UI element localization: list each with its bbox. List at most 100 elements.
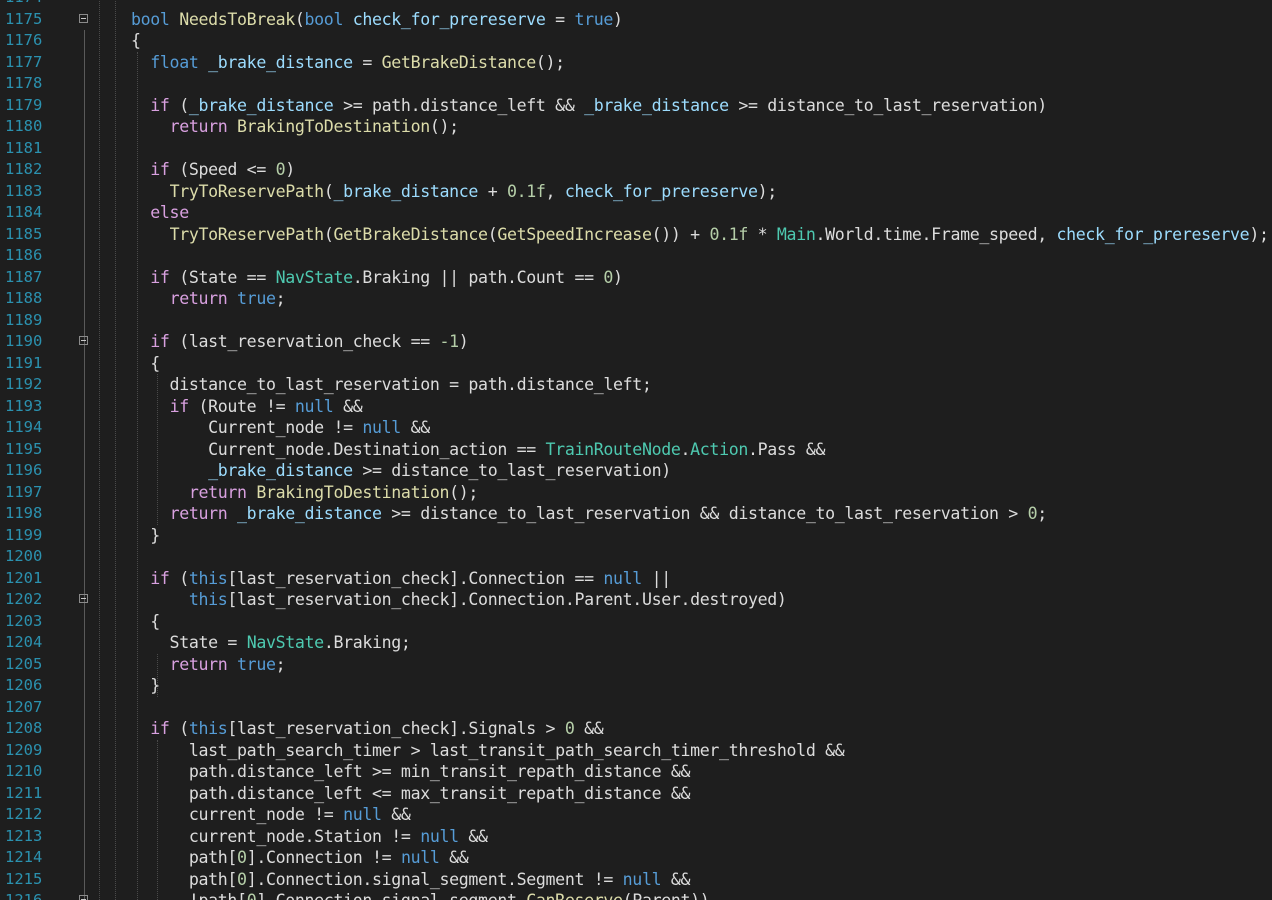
code-text: current_node.Station != null && [131,826,488,848]
code-text: else [131,202,189,224]
code-line[interactable]: 1209 last_path_search_timer > last_trans… [0,740,1272,762]
line-number: 1201 [5,568,43,587]
code-token: { [131,611,160,631]
code-token: .Braking; [323,633,411,652]
code-token: >= distance_to_last_reservation) [352,461,671,480]
code-line[interactable]: 1212 current_node != null && [0,804,1272,826]
line-number: 1200 [5,547,43,565]
code-line[interactable]: 1213 current_node.Station != null && [0,826,1272,848]
code-line[interactable]: 1215 path[0].Connection.signal_segment.S… [0,869,1272,891]
code-text: { [131,611,160,633]
code-line[interactable]: 1206 } [0,675,1272,697]
code-token: , [545,181,565,201]
code-line[interactable]: 1180 return BrakingToDestination(); [0,116,1272,138]
code-line[interactable]: 1204 State = NavState.Braking; [0,632,1272,654]
code-token: float [150,52,199,72]
code-token: } [131,525,160,545]
code-line[interactable]: 1210 path.distance_left >= min_transit_r… [0,761,1272,783]
code-line[interactable]: 1187 if (State == NavState.Braking || pa… [0,267,1272,289]
code-token: _brake_distance [188,95,334,115]
code-line[interactable]: 1199 } [0,525,1272,547]
code-token: (); [429,117,459,136]
code-token: (); [535,52,565,72]
line-number: 1183 [5,181,43,200]
line-number: 1198 [5,504,43,522]
code-line[interactable]: 1174 [0,0,1272,9]
code-line[interactable]: 1196 _brake_distance >= distance_to_last… [0,460,1272,482]
line-number: 1212 [5,805,43,823]
code-line[interactable]: 1188 return true; [0,288,1272,310]
code-token: && [661,869,691,889]
code-token: NavState [275,267,353,287]
collapse-minus-icon[interactable] [79,895,88,900]
code-line[interactable]: 1202 this[last_reservation_check].Connec… [0,589,1272,611]
code-line[interactable]: 1208 if (this[last_reservation_check].Si… [0,718,1272,740]
code-line[interactable]: 1184 else [0,202,1272,224]
code-lines[interactable]: 11741175bool NeedsToBreak(bool check_for… [0,0,1272,900]
code-editor[interactable]: 11741175bool NeedsToBreak(bool check_for… [0,0,1272,900]
code-token: [last_reservation_check].Connection == [227,568,604,588]
code-token: } [131,676,160,695]
code-line[interactable]: 1191 { [0,353,1272,375]
code-text: return BrakingToDestination(); [131,482,479,504]
code-line[interactable]: 1203 { [0,611,1272,633]
code-line[interactable]: 1175 bool NeedsToBreak(bool check_for_pre… [0,9,1272,31]
code-line[interactable]: 1182 if (Speed <= 0) [0,159,1272,181]
code-token: 0 [1027,504,1038,523]
code-line[interactable]: 1201 if (this[last_reservation_check].Co… [0,568,1272,590]
code-token: BrakingToDestination [237,117,430,136]
code-line[interactable]: 1181 [0,138,1272,160]
code-token: && [333,396,363,416]
code-line[interactable]: 1190 if (last_reservation_check == -1) [0,331,1272,353]
code-token: _brake_distance [584,95,729,115]
code-line[interactable]: 1195 Current_node.Destination_action == … [0,439,1272,461]
code-text: return true; [131,288,286,310]
code-line[interactable]: 1186 [0,245,1272,267]
code-line[interactable]: 1183 TryToReservePath(_brake_distance + … [0,181,1272,203]
code-token: bool [131,9,170,29]
code-line[interactable]: 1211 path.distance_left <= max_transit_r… [0,783,1272,805]
code-line[interactable]: 1207 [0,697,1272,719]
code-token: null [343,805,382,824]
code-token: ( [169,95,189,115]
code-line[interactable]: 1205 return true; [0,654,1272,676]
collapse-minus-icon[interactable] [79,594,88,603]
code-text: return BrakingToDestination(); [131,116,460,138]
code-text: if (last_reservation_check == -1) [131,331,468,353]
code-line[interactable]: 1179 if (_brake_distance >= path.distanc… [0,95,1272,117]
line-number: 1197 [5,482,43,501]
code-line[interactable]: 1197 return BrakingToDestination(); [0,482,1272,504]
code-line[interactable]: 1198 return _brake_distance >= distance_… [0,503,1272,525]
code-token: if [150,719,170,738]
code-line[interactable]: 1192 distance_to_last_reservation = path… [0,374,1272,396]
code-text: Current_node.Destination_action == Train… [131,439,825,461]
code-line[interactable]: 1194 Current_node != null && [0,417,1272,439]
code-line[interactable]: 1189 [0,310,1272,332]
code-text: State = NavState.Braking; [131,632,411,654]
line-number: 1203 [5,611,43,630]
code-line[interactable]: 1177 float _brake_distance = GetBrakeDis… [0,52,1272,74]
code-line[interactable]: 1200 [0,546,1272,568]
code-text: } [131,675,160,697]
line-number: 1175 [5,9,43,28]
line-number: 1192 [5,375,43,393]
code-line[interactable]: 1176 { [0,30,1272,52]
line-number: 1185 [5,224,43,243]
line-number: 1202 [5,590,43,608]
line-number: 1208 [5,719,43,737]
code-line[interactable]: 1193 if (Route != null && [0,396,1272,418]
code-line[interactable]: 1178 [0,73,1272,95]
collapse-minus-icon[interactable] [79,13,88,23]
code-line[interactable]: 1185 TryToReservePath(GetBrakeDistance(G… [0,224,1272,246]
code-line[interactable]: 1214 path[0].Connection != null && [0,847,1272,869]
collapse-minus-icon[interactable] [79,336,88,345]
code-text: float _brake_distance = GetBrakeDistance… [131,52,565,74]
code-text: if (Route != null && [131,396,363,418]
code-line[interactable]: 1216 !path[0].Connection.signal_segment.… [0,890,1272,900]
